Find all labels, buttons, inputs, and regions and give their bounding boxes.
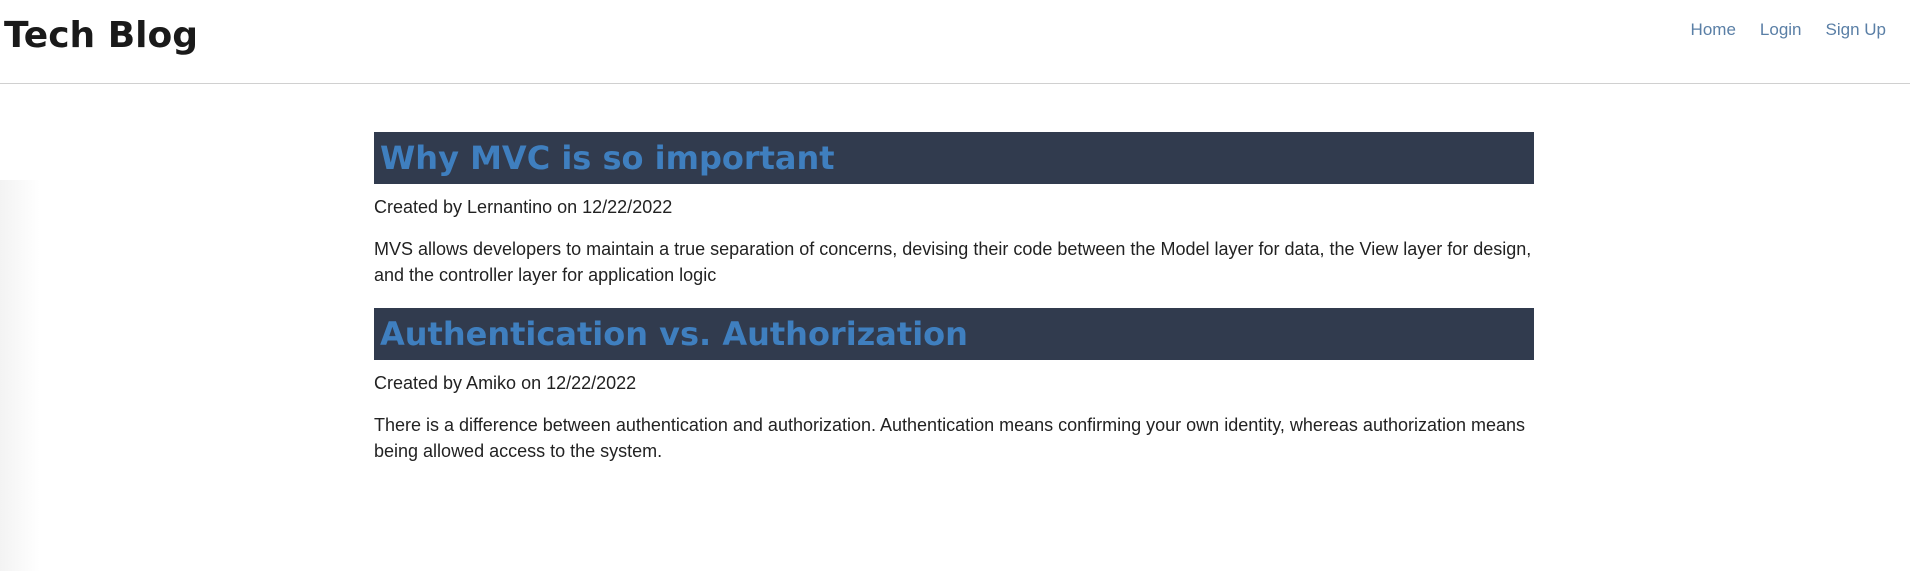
post-body: MVS allows developers to maintain a true… (374, 239, 1532, 285)
post-card: Why MVC is so important Created by Lerna… (374, 132, 1534, 288)
nav-home-link[interactable]: Home (1691, 18, 1736, 42)
site-title[interactable]: Tech Blog (4, 12, 198, 60)
post-title[interactable]: Authentication vs. Authorization (380, 315, 968, 353)
post-list: Why MVC is so important Created by Lerna… (374, 132, 1534, 484)
post-meta: Created by Lernantino on 12/22/2022 (374, 197, 673, 217)
nav-login-link[interactable]: Login (1760, 18, 1802, 42)
left-edge-shade (0, 180, 40, 571)
post-body: There is a difference between authentica… (374, 415, 1526, 461)
main-nav: Home Login Sign Up (1691, 18, 1886, 42)
post-card: Authentication vs. Authorization Created… (374, 308, 1534, 464)
post-title[interactable]: Why MVC is so important (380, 139, 835, 177)
post-title-bar[interactable]: Authentication vs. Authorization (374, 308, 1534, 360)
page: Tech Blog Home Login Sign Up Why MVC is … (0, 0, 1910, 571)
site-header: Tech Blog Home Login Sign Up (0, 0, 1910, 84)
post-meta: Created by Amiko on 12/22/2022 (374, 373, 637, 393)
nav-signup-link[interactable]: Sign Up (1826, 18, 1886, 42)
post-title-bar[interactable]: Why MVC is so important (374, 132, 1534, 184)
